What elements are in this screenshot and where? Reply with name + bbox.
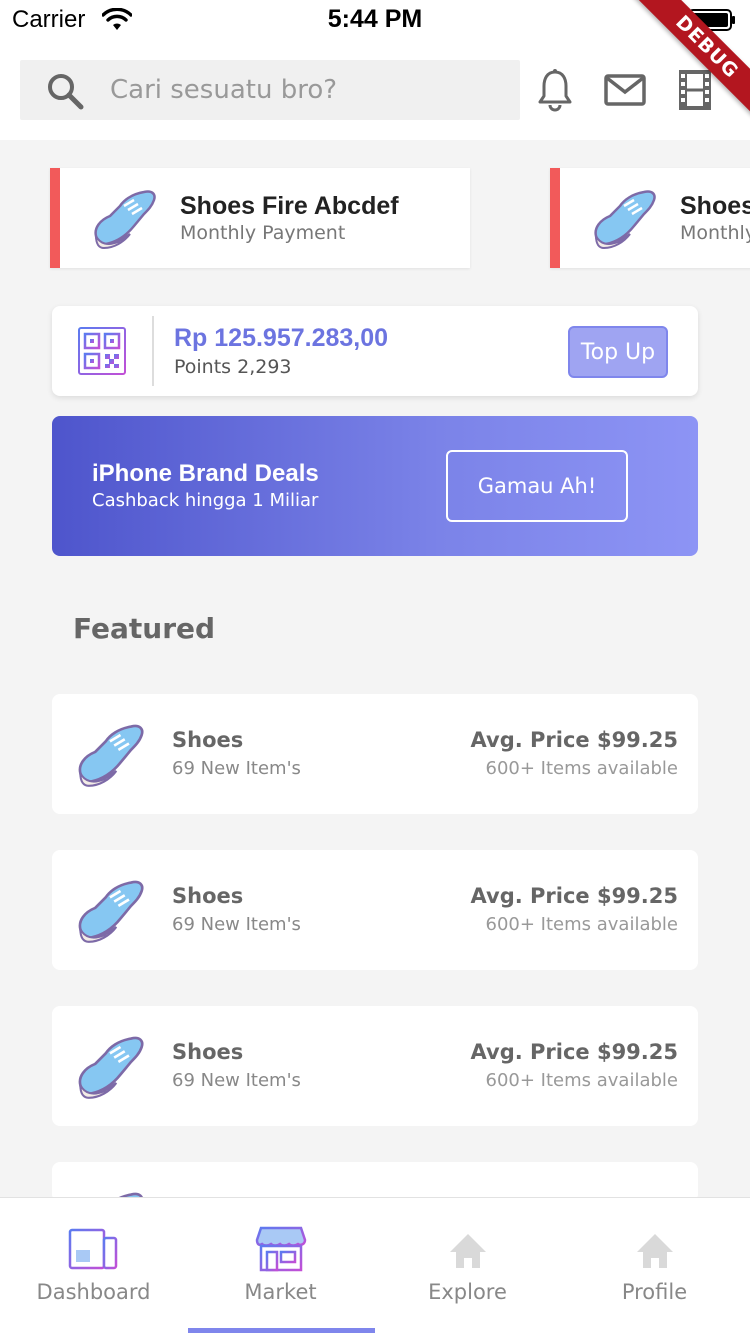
featured-item[interactable]: Shoes 69 New Item's Avg. Price $99.25 60…	[52, 1006, 698, 1126]
item-name: Shoes	[172, 1040, 244, 1064]
promo-subtitle: Monthly	[680, 222, 750, 244]
shoe-icon	[594, 190, 656, 250]
search-box[interactable]	[20, 60, 520, 120]
featured-heading: Featured	[73, 612, 216, 645]
wallet-divider	[152, 316, 154, 386]
item-new-count: 69 New Item's	[172, 758, 301, 779]
film-icon[interactable]	[676, 68, 714, 112]
item-availability: 600+ Items available	[485, 914, 678, 935]
nav-label: Explore	[428, 1280, 507, 1304]
nav-item-profile[interactable]: Profile	[561, 1198, 748, 1334]
nav-label: Dashboard	[36, 1280, 151, 1304]
item-availability: 600+ Items available	[485, 1070, 678, 1091]
promo-title: Shoes	[680, 192, 750, 220]
promo-card[interactable]: Shoes Fire Abcdef Monthly Payment	[50, 168, 470, 268]
promo-subtitle: Monthly Payment	[180, 222, 346, 244]
item-new-count: 69 New Item's	[172, 1070, 301, 1091]
home-icon	[637, 1234, 673, 1268]
item-availability: 600+ Items available	[485, 758, 678, 779]
clock: 5:44 PM	[327, 5, 423, 33]
nav-label: Profile	[621, 1280, 688, 1304]
qr-code-icon[interactable]	[78, 327, 126, 375]
status-bar: Carrier 5:44 PM	[0, 0, 750, 40]
app-bar	[0, 40, 750, 140]
deal-dismiss-button[interactable]: Gamau Ah!	[446, 450, 628, 522]
item-name: Shoes	[172, 884, 244, 908]
featured-item[interactable]: Shoes 69 New Item's Avg. Price $99.25 60…	[52, 694, 698, 814]
nav-item-dashboard[interactable]: Dashboard	[0, 1198, 187, 1334]
nav-label: Market	[244, 1280, 317, 1304]
featured-item[interactable]	[52, 1162, 698, 1252]
search-input[interactable]	[110, 60, 510, 120]
item-avg-price: Avg. Price $99.25	[470, 884, 679, 908]
promo-carousel[interactable]: Shoes Fire Abcdef Monthly Payment Shoes …	[0, 160, 750, 280]
wallet-card: Rp 125.957.283,00 Points 2,293 Top Up	[52, 306, 698, 396]
bell-icon[interactable]	[536, 68, 574, 112]
top-up-button[interactable]: Top Up	[568, 326, 668, 378]
nav-item-explore[interactable]: Explore	[374, 1198, 561, 1334]
deal-banner: iPhone Brand Deals Cashback hingga 1 Mil…	[52, 416, 698, 556]
market-icon	[255, 1226, 307, 1272]
active-tab-indicator	[188, 1328, 375, 1333]
item-avg-price: Avg. Price $99.25	[470, 1040, 679, 1064]
dashboard-icon	[68, 1228, 118, 1270]
shoe-icon	[78, 724, 144, 787]
item-avg-price: Avg. Price $99.25	[470, 728, 679, 752]
search-icon	[48, 74, 84, 110]
balance-amount: Rp 125.957.283,00	[174, 324, 389, 352]
shoe-icon	[94, 190, 156, 250]
item-new-count: 69 New Item's	[172, 914, 301, 935]
mail-icon[interactable]	[604, 72, 646, 108]
nav-item-market[interactable]: Market	[187, 1198, 374, 1334]
featured-item[interactable]: Shoes 69 New Item's Avg. Price $99.25 60…	[52, 850, 698, 970]
bottom-navigation: Dashboard Market Explore Profile	[0, 1197, 750, 1334]
promo-title: Shoes Fire Abcdef	[180, 192, 399, 220]
deal-subtitle: Cashback hingga 1 Miliar	[92, 490, 319, 511]
item-name: Shoes	[172, 728, 244, 752]
home-icon	[450, 1234, 486, 1268]
deal-title: iPhone Brand Deals	[92, 460, 319, 487]
shoe-icon	[78, 880, 144, 943]
shoe-icon	[78, 1036, 144, 1099]
points-label: Points 2,293	[174, 356, 292, 378]
promo-card[interactable]: Shoes Monthly	[550, 168, 750, 268]
